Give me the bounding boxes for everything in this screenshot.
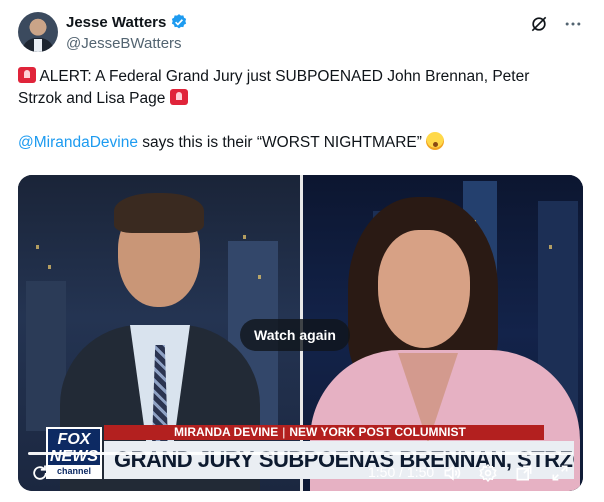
verified-badge-icon xyxy=(172,14,187,29)
window-light xyxy=(549,245,552,249)
tweet-line-3-text: says this is their “WORST NIGHTMARE” xyxy=(137,134,422,151)
author-name-row: Jesse Watters xyxy=(66,13,188,31)
tweet-line-2: Strzok and Lisa Page xyxy=(18,88,588,110)
grok-icon[interactable] xyxy=(528,13,550,35)
popout-icon[interactable] xyxy=(512,461,536,485)
siren-emoji-icon xyxy=(18,67,36,83)
logo-line-1: FOX xyxy=(57,431,91,448)
tweet-line-3: @MirandaDevine says this is their “WORST… xyxy=(18,132,588,154)
tweet-line-1: ALERT: A Federal Grand Jury just SUBPOEN… xyxy=(18,66,588,88)
shocked-emoji-icon xyxy=(426,132,445,150)
window-light xyxy=(243,235,246,239)
siren-emoji-icon xyxy=(169,89,188,105)
name-bar: MIRANDA DEVINE | NEW YORK POST COLUMNIST xyxy=(104,425,544,440)
avatar-shirt xyxy=(34,39,42,52)
window-light xyxy=(36,245,39,249)
tweet-line-1-text: ALERT: A Federal Grand Jury just SUBPOEN… xyxy=(39,68,530,85)
volume-icon[interactable] xyxy=(440,461,464,485)
mention-link[interactable]: @MirandaDevine xyxy=(18,134,138,151)
guest-head xyxy=(378,230,470,348)
author-handle[interactable]: @JesseBWatters xyxy=(66,35,182,52)
tweet-text: ALERT: A Federal Grand Jury just SUBPOEN… xyxy=(18,66,588,154)
author-display-name[interactable]: Jesse Watters xyxy=(66,14,166,31)
avatar[interactable] xyxy=(18,12,58,52)
tweet-line-2-text: Strzok and Lisa Page xyxy=(18,90,166,107)
more-icon[interactable] xyxy=(562,13,584,35)
video-controls: 1:50 / 1:50 xyxy=(18,455,583,491)
settings-icon[interactable] xyxy=(476,461,500,485)
guest-name: MIRANDA DEVINE xyxy=(174,425,279,439)
fullscreen-icon[interactable] xyxy=(548,461,572,485)
watch-again-button[interactable]: Watch again xyxy=(240,319,350,351)
replay-icon[interactable] xyxy=(28,461,52,485)
guest-title: NEW YORK POST COLUMNIST xyxy=(289,425,466,439)
name-separator: | xyxy=(282,425,286,439)
tweet-actions xyxy=(528,13,584,35)
window-light xyxy=(258,275,261,279)
window-light xyxy=(48,265,51,269)
host-hair xyxy=(114,193,204,233)
video-time: 1:50 / 1:50 xyxy=(368,464,435,480)
video-player[interactable]: Watch again FOX NEWS channel MIRANDA DEV… xyxy=(18,175,583,491)
